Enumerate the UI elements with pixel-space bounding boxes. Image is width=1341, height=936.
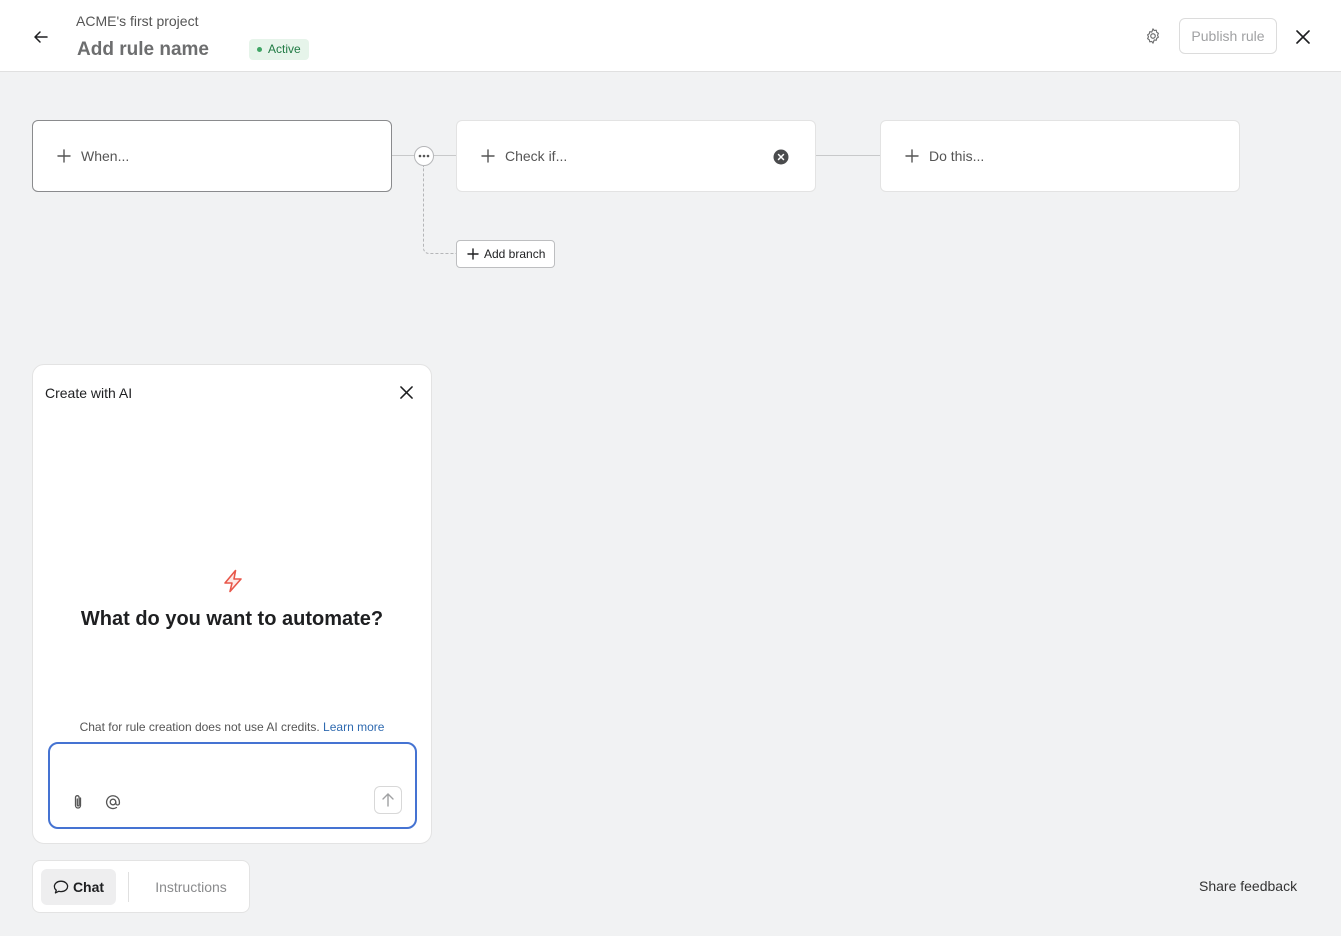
connector-line xyxy=(816,155,880,156)
tab-instructions[interactable]: Instructions xyxy=(143,869,239,905)
send-button[interactable] xyxy=(374,786,402,814)
gear-icon xyxy=(1147,28,1159,44)
tab-chat[interactable]: Chat xyxy=(41,869,116,905)
plus-icon xyxy=(57,149,71,163)
branch-connector xyxy=(423,166,457,254)
create-with-ai-panel: Create with AI What do you want to autom… xyxy=(32,364,432,844)
when-label: When... xyxy=(81,148,130,164)
credits-note-text: Chat for rule creation does not use AI c… xyxy=(79,720,320,734)
project-name[interactable]: ACME's first project xyxy=(76,13,198,29)
header: ACME's first project Add rule name Activ… xyxy=(0,0,1341,72)
add-branch-label: Add branch xyxy=(484,247,546,261)
mode-tab-bar: Chat Instructions xyxy=(32,860,250,913)
lightning-bolt-icon xyxy=(224,569,242,593)
plus-icon xyxy=(481,149,495,163)
when-trigger-node[interactable]: When... xyxy=(32,120,392,192)
ai-heading: What do you want to automate? xyxy=(80,608,384,630)
close-icon xyxy=(1296,30,1310,44)
tab-chat-label: Chat xyxy=(72,879,105,895)
plus-icon xyxy=(467,248,479,260)
settings-button[interactable] xyxy=(1141,24,1165,48)
plus-icon xyxy=(905,149,919,163)
connector-line xyxy=(434,155,456,156)
tab-divider xyxy=(128,872,129,902)
credits-note: Chat for rule creation does not use AI c… xyxy=(33,720,431,734)
clear-circle-icon[interactable] xyxy=(773,149,789,165)
connector-line xyxy=(392,155,414,156)
chat-box xyxy=(48,742,417,829)
do-label: Do this... xyxy=(929,148,985,164)
at-mention-icon xyxy=(106,795,121,810)
close-panel-button[interactable] xyxy=(395,381,417,403)
chat-input[interactable] xyxy=(60,752,405,776)
attach-button[interactable] xyxy=(68,792,88,812)
close-button[interactable] xyxy=(1290,24,1316,50)
learn-more-link[interactable]: Learn more xyxy=(323,720,384,734)
share-feedback-button[interactable]: Share feedback xyxy=(1199,878,1297,894)
close-icon xyxy=(399,385,413,399)
paperclip-icon xyxy=(74,795,82,809)
more-dots-icon xyxy=(418,154,430,158)
panel-title: Create with AI xyxy=(45,385,133,401)
more-options-button[interactable] xyxy=(414,146,434,166)
rule-name-field[interactable]: Add rule name xyxy=(77,39,209,61)
back-button[interactable] xyxy=(28,24,54,50)
publish-rule-button[interactable]: Publish rule xyxy=(1179,18,1277,54)
check-label: Check if... xyxy=(505,148,568,164)
back-arrow-icon xyxy=(34,31,48,43)
chat-bubble-icon xyxy=(53,880,69,894)
do-action-node[interactable]: Do this... xyxy=(880,120,1240,192)
arrow-up-icon xyxy=(382,793,394,807)
add-branch-button[interactable]: Add branch xyxy=(456,240,556,268)
check-condition-node[interactable]: Check if... xyxy=(456,120,816,192)
mention-button[interactable] xyxy=(103,792,123,812)
status-badge: Active xyxy=(249,39,309,60)
